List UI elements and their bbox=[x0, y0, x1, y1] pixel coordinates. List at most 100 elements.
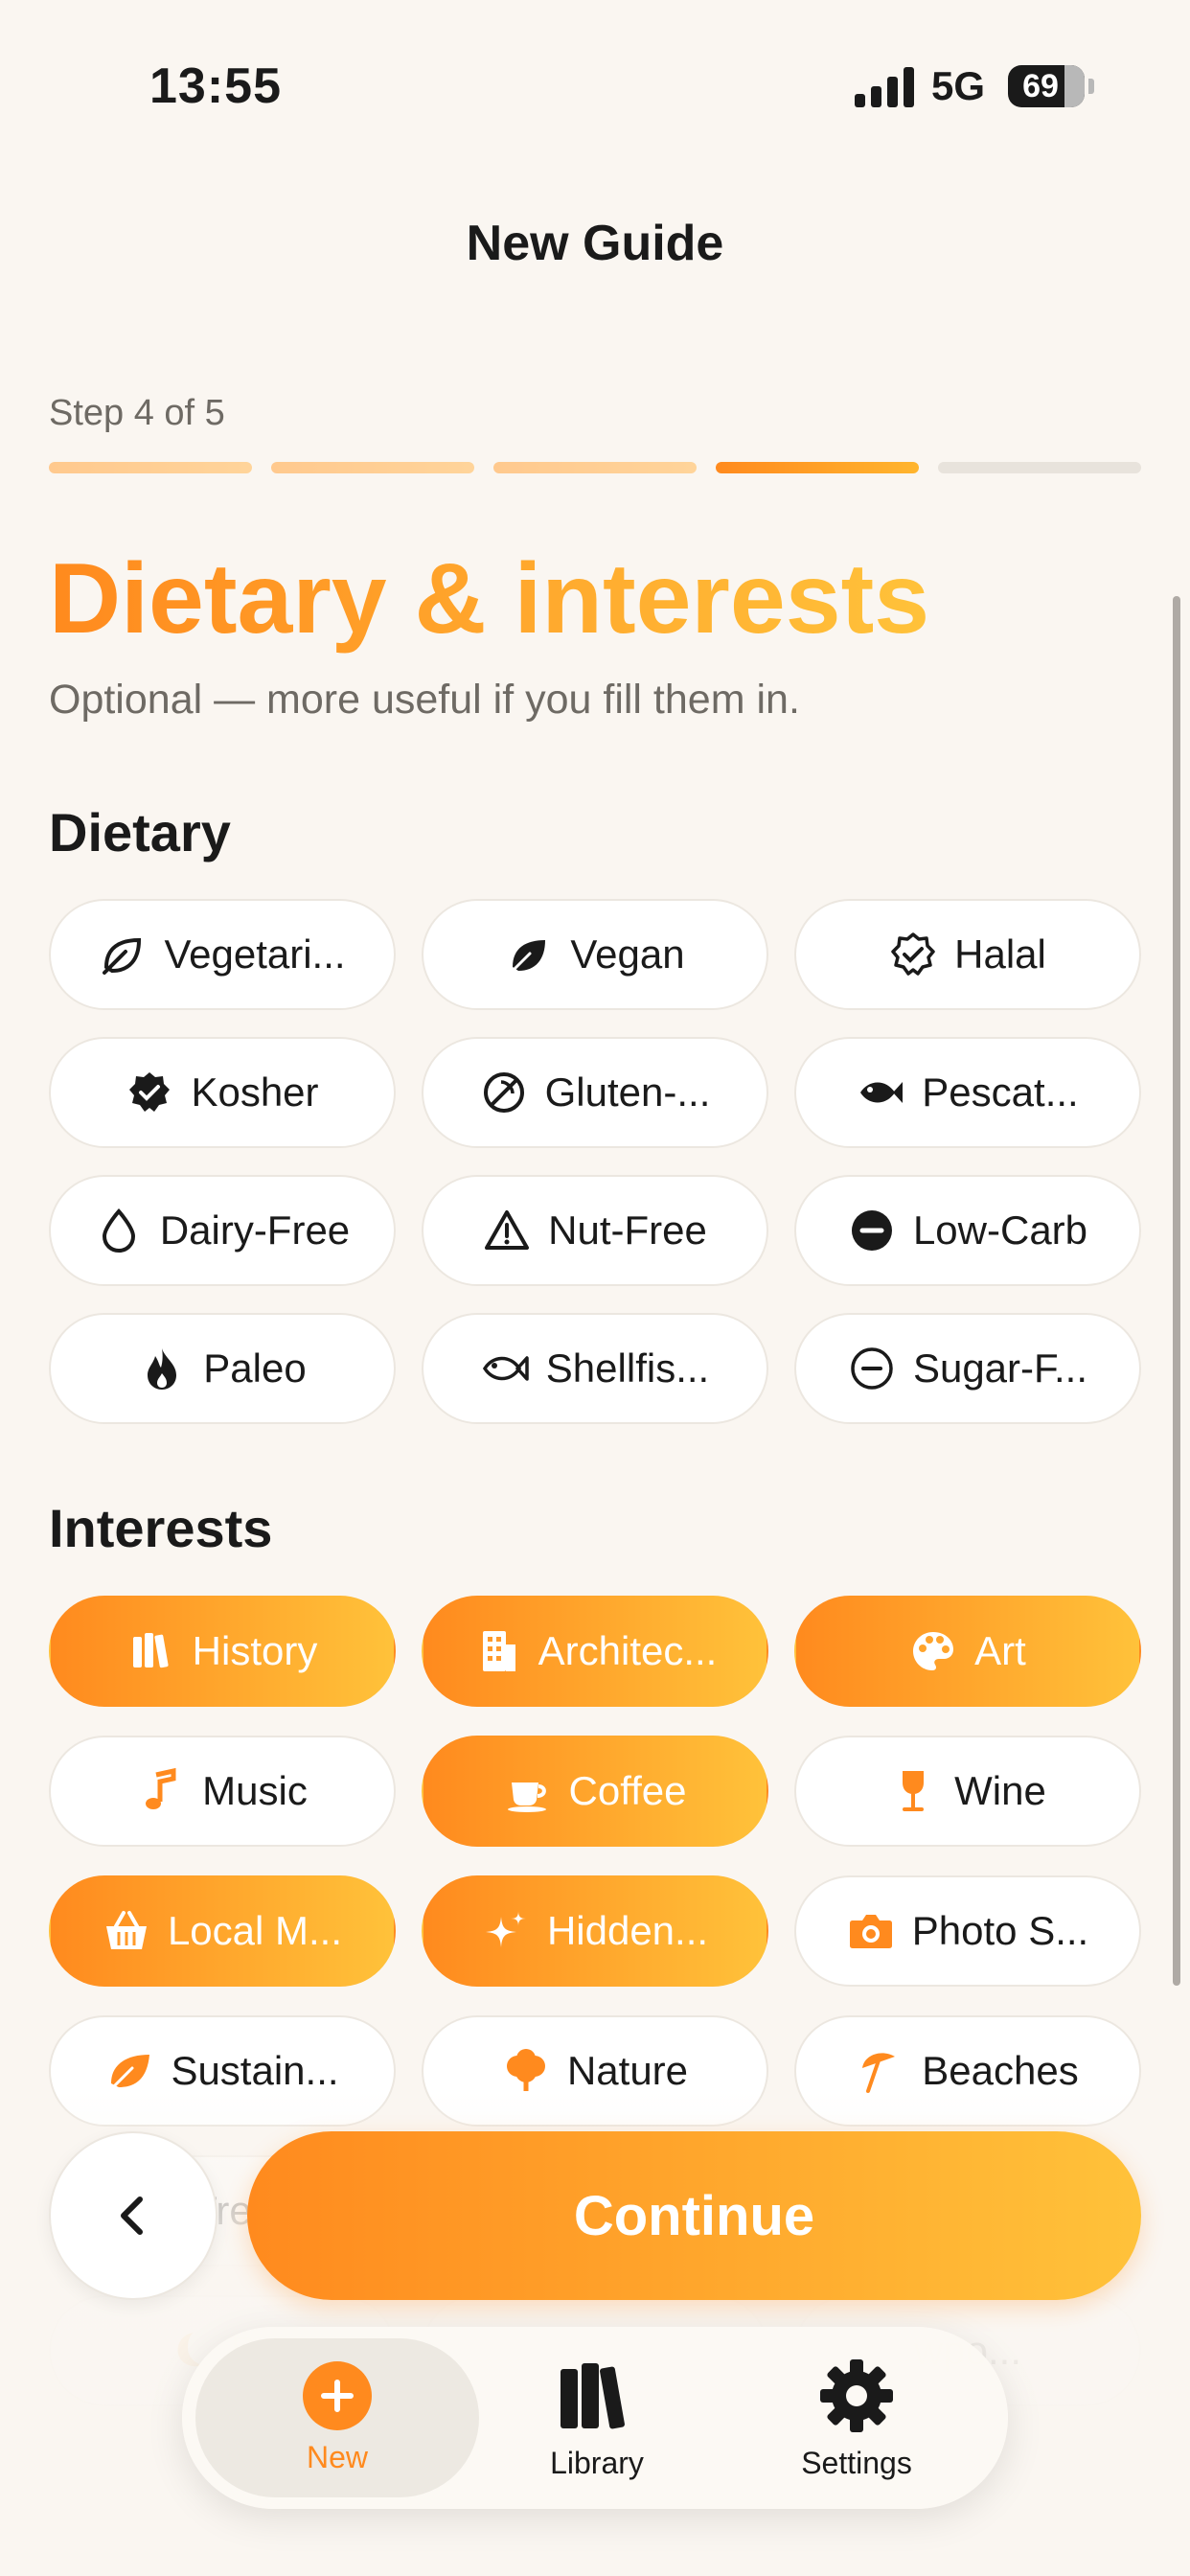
gear-icon bbox=[820, 2358, 893, 2432]
step-progress bbox=[49, 462, 1141, 473]
music-note-icon bbox=[146, 1767, 176, 1809]
chip-label: Hidden... bbox=[546, 1908, 709, 1953]
warning-triangle-icon bbox=[485, 1210, 530, 1250]
dietary-chip[interactable]: Gluten-... bbox=[422, 1037, 768, 1148]
leaf-orange-icon bbox=[107, 2055, 150, 2093]
chip-label: Halal bbox=[954, 932, 1046, 977]
check-seal-filled-icon bbox=[129, 1072, 171, 1112]
tab-label: Settings bbox=[801, 2445, 912, 2480]
tab-new[interactable]: New bbox=[195, 2338, 479, 2497]
status-bar: 13:55 5G 69 bbox=[0, 0, 1190, 172]
dietary-chip[interactable]: Kosher bbox=[49, 1037, 396, 1148]
interests-section-title: Interests bbox=[49, 1498, 273, 1558]
sparkles-icon bbox=[485, 1911, 526, 1947]
building-icon bbox=[482, 1631, 515, 1671]
step-label: Step 4 of 5 bbox=[49, 393, 225, 433]
wine-glass-icon bbox=[903, 1771, 925, 1811]
chip-label: Nature bbox=[566, 2048, 689, 2093]
tree-icon bbox=[506, 2049, 545, 2091]
chip-label: Gluten-... bbox=[544, 1070, 711, 1115]
minus-circle-filled-icon bbox=[851, 1210, 892, 1251]
dietary-chip[interactable]: Vegetari... bbox=[49, 899, 396, 1010]
interest-chip[interactable]: Music bbox=[49, 1736, 396, 1847]
minus-circle-outline-icon bbox=[851, 1347, 893, 1390]
chip-label: History bbox=[192, 1628, 318, 1673]
chip-label: Wine bbox=[954, 1768, 1046, 1813]
chip-label: Dairy-Free bbox=[159, 1208, 351, 1253]
chip-label: Shellfis... bbox=[545, 1346, 710, 1391]
flame-icon bbox=[148, 1348, 177, 1390]
dietary-chip[interactable]: Sugar-F... bbox=[794, 1313, 1141, 1424]
plus-circle-icon bbox=[303, 2360, 372, 2430]
chip-label: Beaches bbox=[922, 2048, 1079, 2093]
progress-segment bbox=[938, 462, 1141, 473]
chip-label: Paleo bbox=[203, 1346, 307, 1391]
dietary-chip[interactable]: Nut-Free bbox=[422, 1175, 768, 1286]
fish-outline-icon bbox=[482, 1356, 529, 1381]
chip-label: Low-Carb bbox=[912, 1208, 1088, 1253]
chevron-left-icon bbox=[121, 2196, 143, 2235]
tab-settings[interactable]: Settings bbox=[715, 2338, 998, 2497]
chip-label: Sugar-F... bbox=[912, 1346, 1088, 1391]
back-button[interactable] bbox=[49, 2131, 217, 2300]
network-type: 5G bbox=[931, 63, 986, 108]
chip-label: Local M... bbox=[167, 1908, 343, 1953]
interest-chip[interactable]: Coffee bbox=[422, 1736, 768, 1847]
interest-chip[interactable]: Wine bbox=[794, 1736, 1141, 1847]
books-icon bbox=[132, 1633, 169, 1668]
chip-label: Vegan bbox=[570, 932, 685, 977]
tab-label: Library bbox=[550, 2445, 644, 2480]
interest-chip[interactable]: History bbox=[49, 1596, 396, 1707]
progress-segment bbox=[49, 462, 252, 473]
dietary-chip-grid: Vegetari... Vegan Halal Kosher Gluten-... Pes… bbox=[49, 899, 1141, 1424]
chip-label: Sustain... bbox=[171, 2048, 339, 2093]
progress-segment bbox=[271, 462, 474, 473]
chip-label: Vegetari... bbox=[164, 932, 346, 977]
camera-icon bbox=[849, 1915, 892, 1948]
interest-chip[interactable]: Art bbox=[794, 1596, 1141, 1707]
dietary-chip[interactable]: Halal bbox=[794, 899, 1141, 1010]
chip-label: Coffee bbox=[568, 1768, 687, 1813]
fish-filled-icon bbox=[860, 1082, 904, 1103]
beach-umbrella-icon bbox=[862, 2053, 896, 2093]
chip-label: Kosher bbox=[191, 1070, 319, 1115]
interest-chip[interactable]: Local M... bbox=[49, 1875, 396, 1987]
tab-label: New bbox=[306, 2439, 368, 2474]
chip-label: Nut-Free bbox=[548, 1208, 707, 1253]
no-wheat-icon bbox=[483, 1072, 524, 1113]
progress-segment bbox=[716, 462, 919, 473]
leaf-filled-icon bbox=[509, 940, 546, 975]
basket-icon bbox=[105, 1911, 147, 1949]
signal-icon bbox=[855, 67, 914, 107]
page-subheading: Optional — more useful if you fill them … bbox=[49, 677, 800, 723]
nav-title: New Guide bbox=[466, 216, 724, 271]
interest-chip[interactable]: Architec... bbox=[422, 1596, 768, 1707]
page-heading: Dietary & interests bbox=[49, 543, 930, 655]
chip-label: Art bbox=[974, 1628, 1026, 1673]
status-time: 13:55 bbox=[149, 58, 282, 114]
progress-segment bbox=[493, 462, 697, 473]
dietary-chip[interactable]: Low-Carb bbox=[794, 1175, 1141, 1286]
battery-level: 69 bbox=[1022, 68, 1059, 104]
interest-chip[interactable]: Hidden... bbox=[422, 1875, 768, 1987]
dietary-chip[interactable]: Shellfis... bbox=[422, 1313, 768, 1424]
dietary-chip[interactable]: Pescat... bbox=[794, 1037, 1141, 1148]
chip-label: Pescat... bbox=[922, 1070, 1079, 1115]
tab-bar: New Library Settings bbox=[182, 2327, 1008, 2509]
continue-button[interactable]: Continue bbox=[247, 2131, 1141, 2300]
check-seal-outline-icon bbox=[891, 932, 935, 976]
interest-chip[interactable]: Photo S... bbox=[794, 1875, 1141, 1987]
battery-icon: 69 bbox=[1008, 65, 1085, 107]
books-icon bbox=[561, 2362, 625, 2428]
coffee-cup-icon bbox=[507, 1782, 546, 1812]
dietary-chip[interactable]: Dairy-Free bbox=[49, 1175, 396, 1286]
dietary-section-title: Dietary bbox=[49, 802, 231, 862]
leaf-outline-icon bbox=[103, 937, 142, 975]
dietary-chip[interactable]: Vegan bbox=[422, 899, 768, 1010]
battery-nub bbox=[1088, 79, 1094, 94]
dietary-chip[interactable]: Paleo bbox=[49, 1313, 396, 1424]
palette-icon bbox=[913, 1632, 954, 1670]
tab-library[interactable]: Library bbox=[455, 2338, 739, 2497]
chip-label: Photo S... bbox=[911, 1908, 1089, 1953]
scrollbar[interactable] bbox=[1173, 596, 1180, 1986]
